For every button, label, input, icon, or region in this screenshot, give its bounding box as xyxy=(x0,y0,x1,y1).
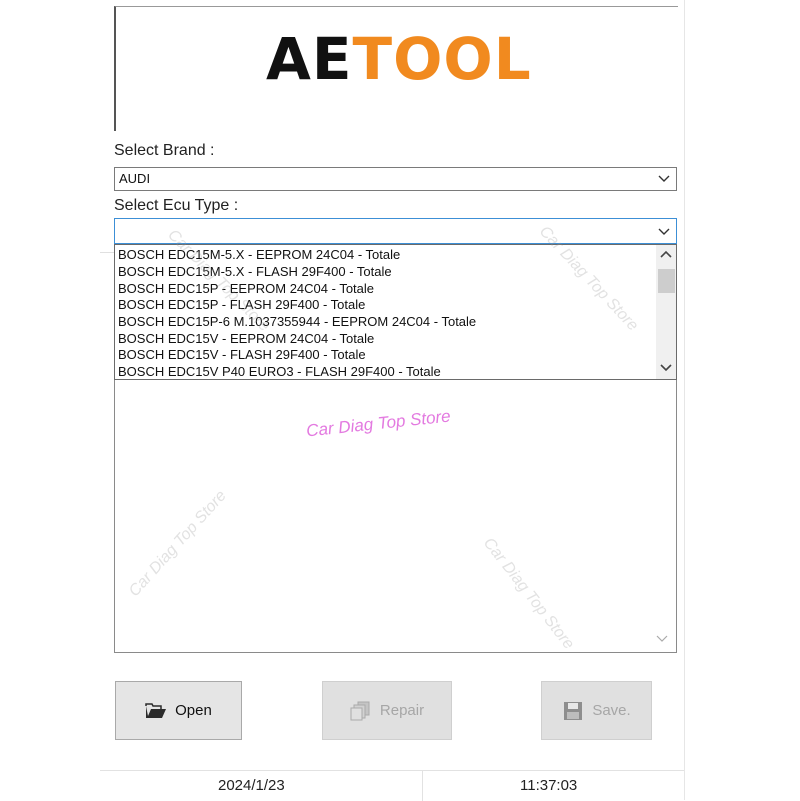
logo-part-ae: AE xyxy=(266,25,353,93)
window-edge xyxy=(684,0,685,800)
scroll-thumb[interactable] xyxy=(658,269,675,293)
dropdown-option[interactable]: BOSCH EDC15V - FLASH 29F400 - Totale xyxy=(118,346,366,363)
open-button-label: Open xyxy=(175,702,212,719)
chevron-down-icon xyxy=(658,175,670,182)
brand-label: Select Brand : xyxy=(114,142,215,159)
scroll-up-icon[interactable] xyxy=(659,249,673,261)
save-button-label: Save. xyxy=(592,702,631,719)
ecu-type-label: Select Ecu Type : xyxy=(114,197,239,214)
dropdown-option[interactable]: BOSCH EDC15P - EEPROM 24C04 - Totale xyxy=(118,280,374,297)
open-button[interactable]: Open xyxy=(115,681,242,740)
brand-select[interactable]: AUDI xyxy=(114,167,677,191)
dropdown-option[interactable]: BOSCH EDC15V - EEPROM 24C04 - Totale xyxy=(118,330,374,347)
repair-button-label: Repair xyxy=(379,702,425,719)
floppy-disk-icon xyxy=(564,701,583,720)
status-bar: 2024/1/23 11:37:03 xyxy=(100,770,684,801)
copy-pages-icon xyxy=(350,701,370,720)
app-logo: AETOOL xyxy=(266,29,532,89)
folder-open-icon xyxy=(145,702,167,718)
dropdown-option[interactable]: BOSCH EDC15P-6 M.1037355944 - EEPROM 24C… xyxy=(118,313,476,330)
chevron-down-icon xyxy=(658,228,670,235)
chevron-down-icon[interactable] xyxy=(656,632,668,644)
frame-line xyxy=(100,252,114,253)
dropdown-scrollbar[interactable] xyxy=(656,245,676,379)
repair-button[interactable]: Repair xyxy=(322,681,452,740)
status-date: 2024/1/23 xyxy=(218,777,285,794)
brand-select-value: AUDI xyxy=(119,171,151,186)
dropdown-option[interactable]: BOSCH EDC15M-5.X - FLASH 29F400 - Totale xyxy=(118,263,392,280)
dropdown-option[interactable]: BOSCH EDC15V P40 EURO3 - FLASH 29F400 - … xyxy=(118,363,441,379)
scroll-down-icon[interactable] xyxy=(659,361,673,373)
dropdown-option[interactable]: BOSCH EDC15M-5.X - EEPROM 24C04 - Totale xyxy=(118,246,400,263)
save-button[interactable]: Save. xyxy=(541,681,652,740)
status-divider xyxy=(422,771,423,801)
logo-part-tool: TOOL xyxy=(352,25,532,93)
logo-panel: AETOOL xyxy=(114,6,678,131)
ecu-type-select[interactable] xyxy=(114,218,677,244)
status-time: 11:37:03 xyxy=(520,777,578,794)
